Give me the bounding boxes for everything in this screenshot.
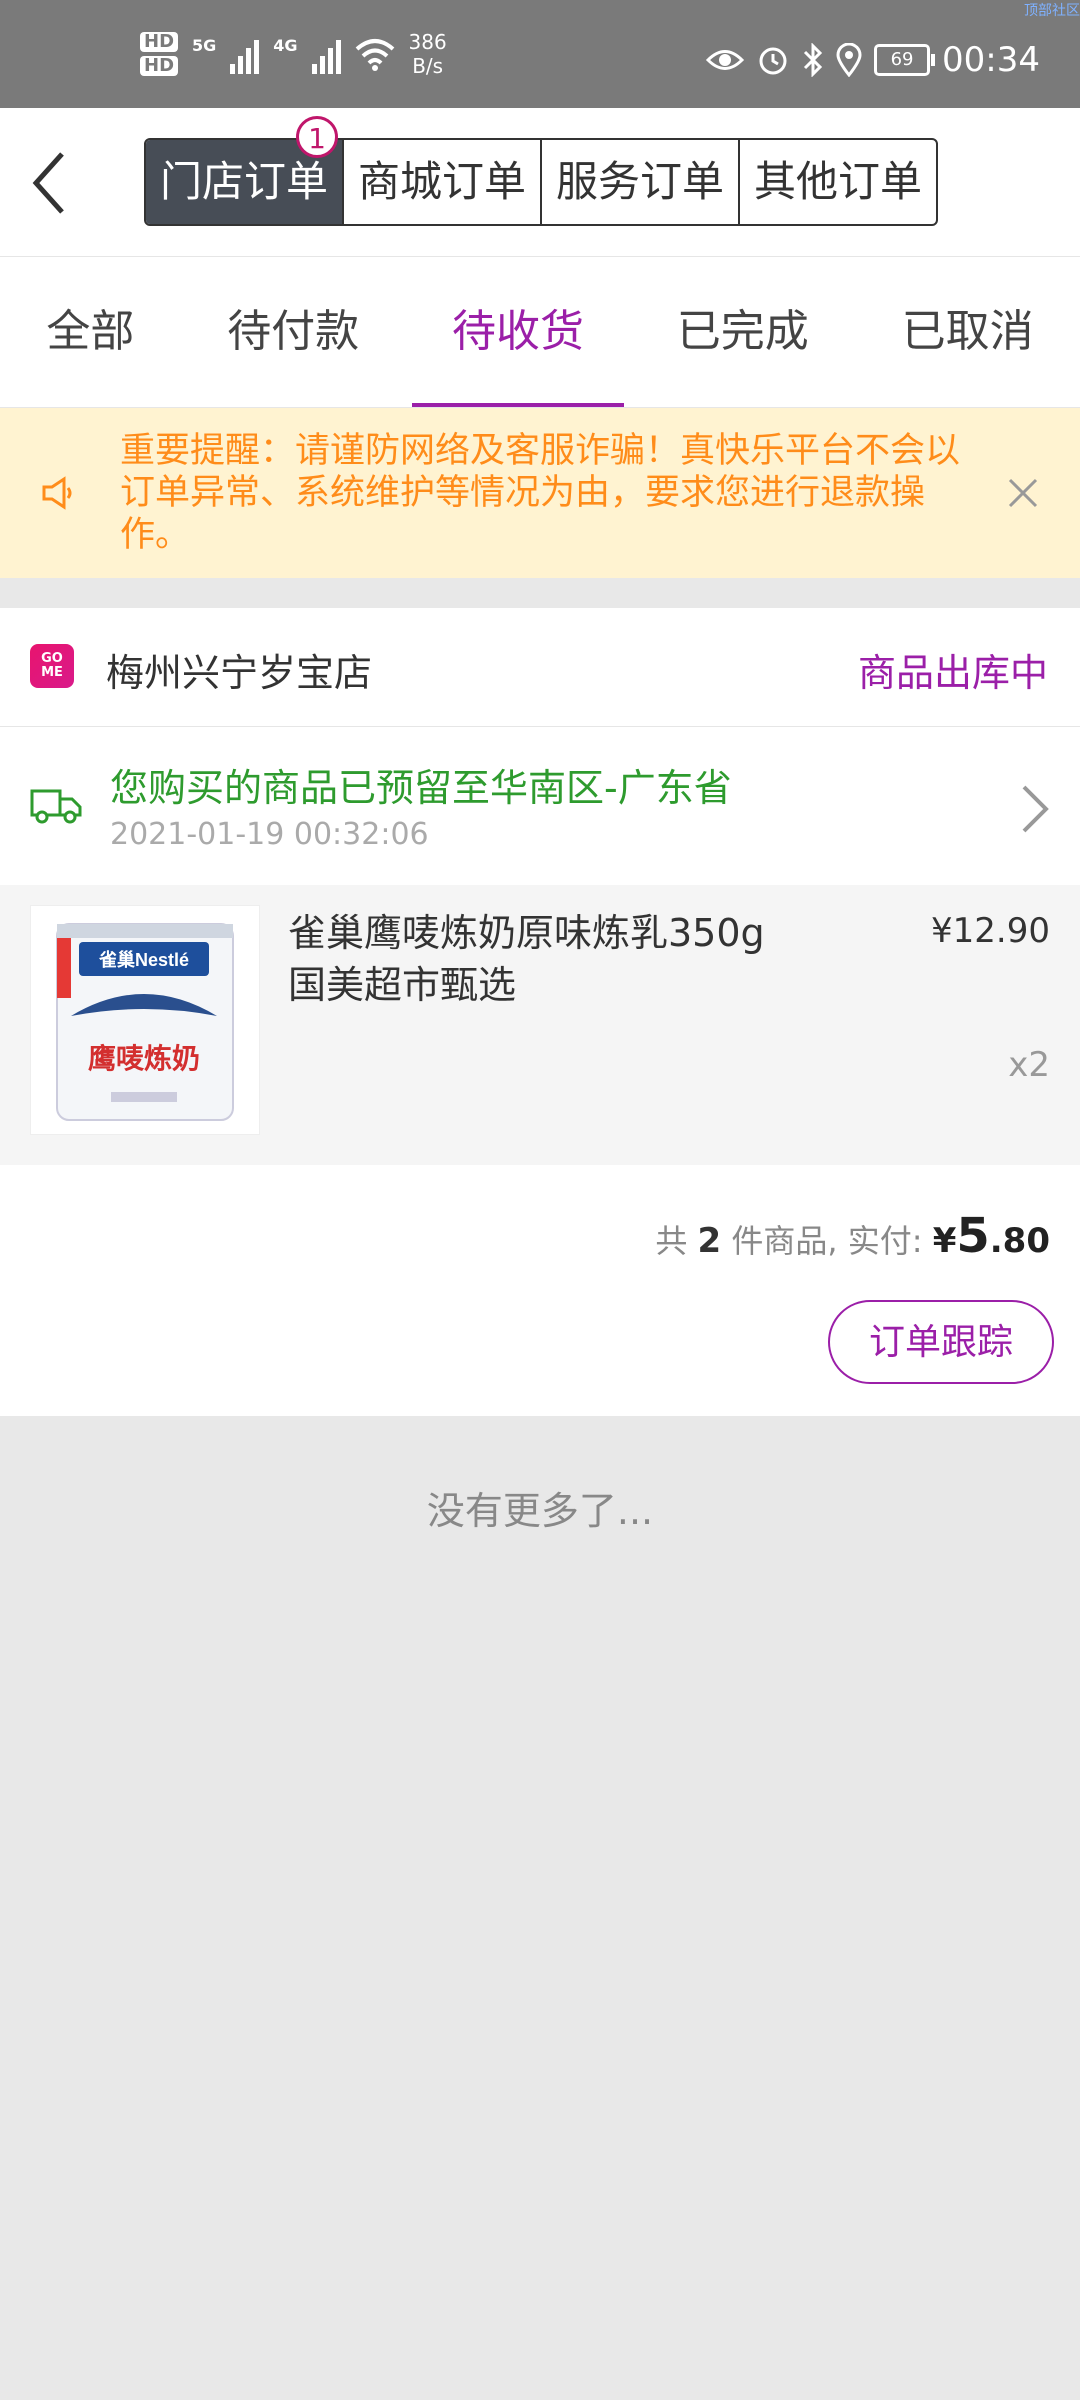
summary-middle: 件商品, 实付: — [731, 1222, 923, 1260]
truck-icon — [30, 789, 82, 824]
store-logo: GO ME — [30, 644, 74, 688]
hd2-label: HD — [140, 56, 179, 76]
header: 门店订单 商城订单 服务订单 其他订单 — [0, 108, 1080, 257]
fraud-notice-banner: 重要提醒：请谨防网络及客服诈骗！真快乐平台不会以订单异常、系统维护等情况为由，要… — [0, 408, 1080, 578]
status-tabs: 全部 待付款 待收货 已完成 已取消 — [0, 257, 1080, 408]
product-image: 雀巢Nestlé 鹰唛炼奶 — [30, 905, 260, 1135]
tab-completed[interactable]: 已完成 — [637, 257, 849, 407]
paid-amount: ¥5.80 — [932, 1208, 1050, 1264]
condensed-milk-can-image: 雀巢Nestlé 鹰唛炼奶 — [56, 923, 234, 1121]
hd1-label: HD — [140, 32, 179, 52]
speaker-icon — [42, 476, 72, 510]
close-icon[interactable] — [1006, 476, 1040, 510]
notice-text: 重要提醒：请谨防网络及客服诈骗！真快乐平台不会以订单异常、系统维护等情况为由，要… — [120, 431, 961, 555]
net1-label: 5G — [192, 36, 217, 55]
tab-cancelled[interactable]: 已取消 — [862, 257, 1074, 407]
status-bar: 顶部社区 HD HD 5G 4G 386 B/s 69 00:34 — [0, 0, 1080, 108]
product-price: ¥12.90 — [931, 911, 1050, 951]
summary-prefix: 共 — [655, 1222, 688, 1260]
segment-other-orders[interactable]: 其他订单 — [738, 140, 936, 224]
back-arrow-icon[interactable] — [28, 148, 88, 218]
amount-decimal: .80 — [989, 1221, 1050, 1261]
product-row[interactable]: 雀巢Nestlé 鹰唛炼奶 雀巢鹰唛炼奶原味炼乳350g 国美超市甄选 ¥12.… — [0, 885, 1080, 1165]
alarm-icon — [759, 47, 787, 75]
signal-icon-2 — [311, 34, 341, 74]
hd-indicators: HD HD — [140, 32, 179, 76]
order-status: 商品出库中 — [857, 651, 1048, 695]
speed-unit: B/s — [412, 54, 444, 78]
product-name: 雀巢鹰唛炼奶原味炼乳350g 国美超市甄选 — [288, 911, 765, 1007]
order-summary: 共 2 件商品, 实付: ¥5.80 — [655, 1208, 1050, 1264]
clock: 00:34 — [942, 40, 1040, 80]
chevron-right-icon[interactable] — [1018, 783, 1052, 835]
eye-icon — [706, 50, 745, 70]
tab-pending-payment[interactable]: 待付款 — [187, 257, 399, 407]
tab-all[interactable]: 全部 — [6, 257, 174, 407]
tab-pending-receipt[interactable]: 待收货 — [411, 257, 624, 407]
bluetooth-icon — [803, 43, 823, 77]
product-quantity: x2 — [1008, 1045, 1050, 1085]
amount-integer: 5 — [956, 1208, 990, 1264]
battery-icon: 69 — [874, 44, 936, 76]
store-row[interactable]: GO ME 梅州兴宁岁宝店 商品出库中 — [0, 608, 1080, 727]
order-type-segments: 门店订单 商城订单 服务订单 其他订单 — [144, 138, 939, 226]
count-badge: 1 — [296, 116, 338, 158]
store-name: 梅州兴宁岁宝店 — [106, 651, 373, 695]
corner-text: 顶部社区 — [1024, 3, 1080, 19]
no-more-text: 没有更多了... — [426, 1489, 654, 1533]
shipping-time: 2021-01-19 00:32:06 — [110, 817, 429, 852]
speed-value: 386 — [408, 30, 447, 54]
currency-symbol: ¥ — [932, 1221, 957, 1261]
net2-label: 4G — [273, 36, 298, 55]
image-title-text: 鹰唛炼奶 — [88, 1042, 200, 1075]
wifi-icon — [355, 39, 394, 71]
segment-mall-orders[interactable]: 商城订单 — [342, 140, 540, 224]
status-left: HD HD 5G 4G 386 B/s — [140, 30, 447, 78]
image-brand-text: 雀巢Nestlé — [98, 949, 189, 970]
item-count: 2 — [697, 1221, 722, 1261]
network-speed: 386 B/s — [409, 30, 447, 78]
shipping-row[interactable]: 您购买的商品已预留至华南区-广东省 2021-01-19 00:32:06 — [0, 727, 1080, 883]
order-card[interactable]: GO ME 梅州兴宁岁宝店 商品出库中 您购买的商品已预留至华南区-广东省 20… — [0, 608, 1080, 1416]
segment-service-orders[interactable]: 服务订单 — [540, 140, 738, 224]
location-icon — [836, 43, 862, 77]
shipping-text: 您购买的商品已预留至华南区-广东省 — [110, 766, 732, 810]
order-tracking-button[interactable]: 订单跟踪 — [828, 1300, 1054, 1384]
status-right: 69 00:34 — [706, 40, 1040, 80]
signal-icon — [230, 34, 260, 74]
